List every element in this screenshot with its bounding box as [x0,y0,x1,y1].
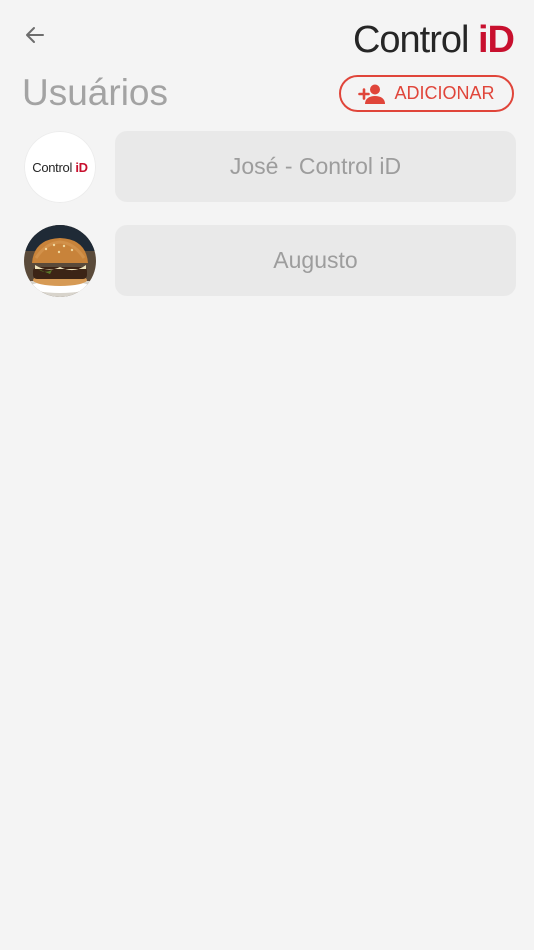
user-row: Augusto [24,225,516,297]
control-id-logo: Control iD [352,18,515,62]
avatar: Control iD [24,131,96,203]
logo-word-id: iD [478,19,515,61]
user-name-button[interactable]: Augusto [115,225,516,296]
back-button[interactable] [18,18,52,52]
add-user-button[interactable]: ADICIONAR [339,75,514,112]
page-title: Usuários [22,72,168,113]
arrow-left-icon [26,27,44,43]
avatar [24,225,96,297]
burger-photo [24,225,96,297]
user-name-button[interactable]: José - Control iD [115,131,516,202]
control-id-logo-avatar: Control iD [32,159,88,175]
user-row: Control iD José - Control iD [24,131,516,203]
logo-word-control: Control [352,19,469,61]
add-button-label: ADICIONAR [394,83,495,103]
person-add-icon [358,83,386,105]
